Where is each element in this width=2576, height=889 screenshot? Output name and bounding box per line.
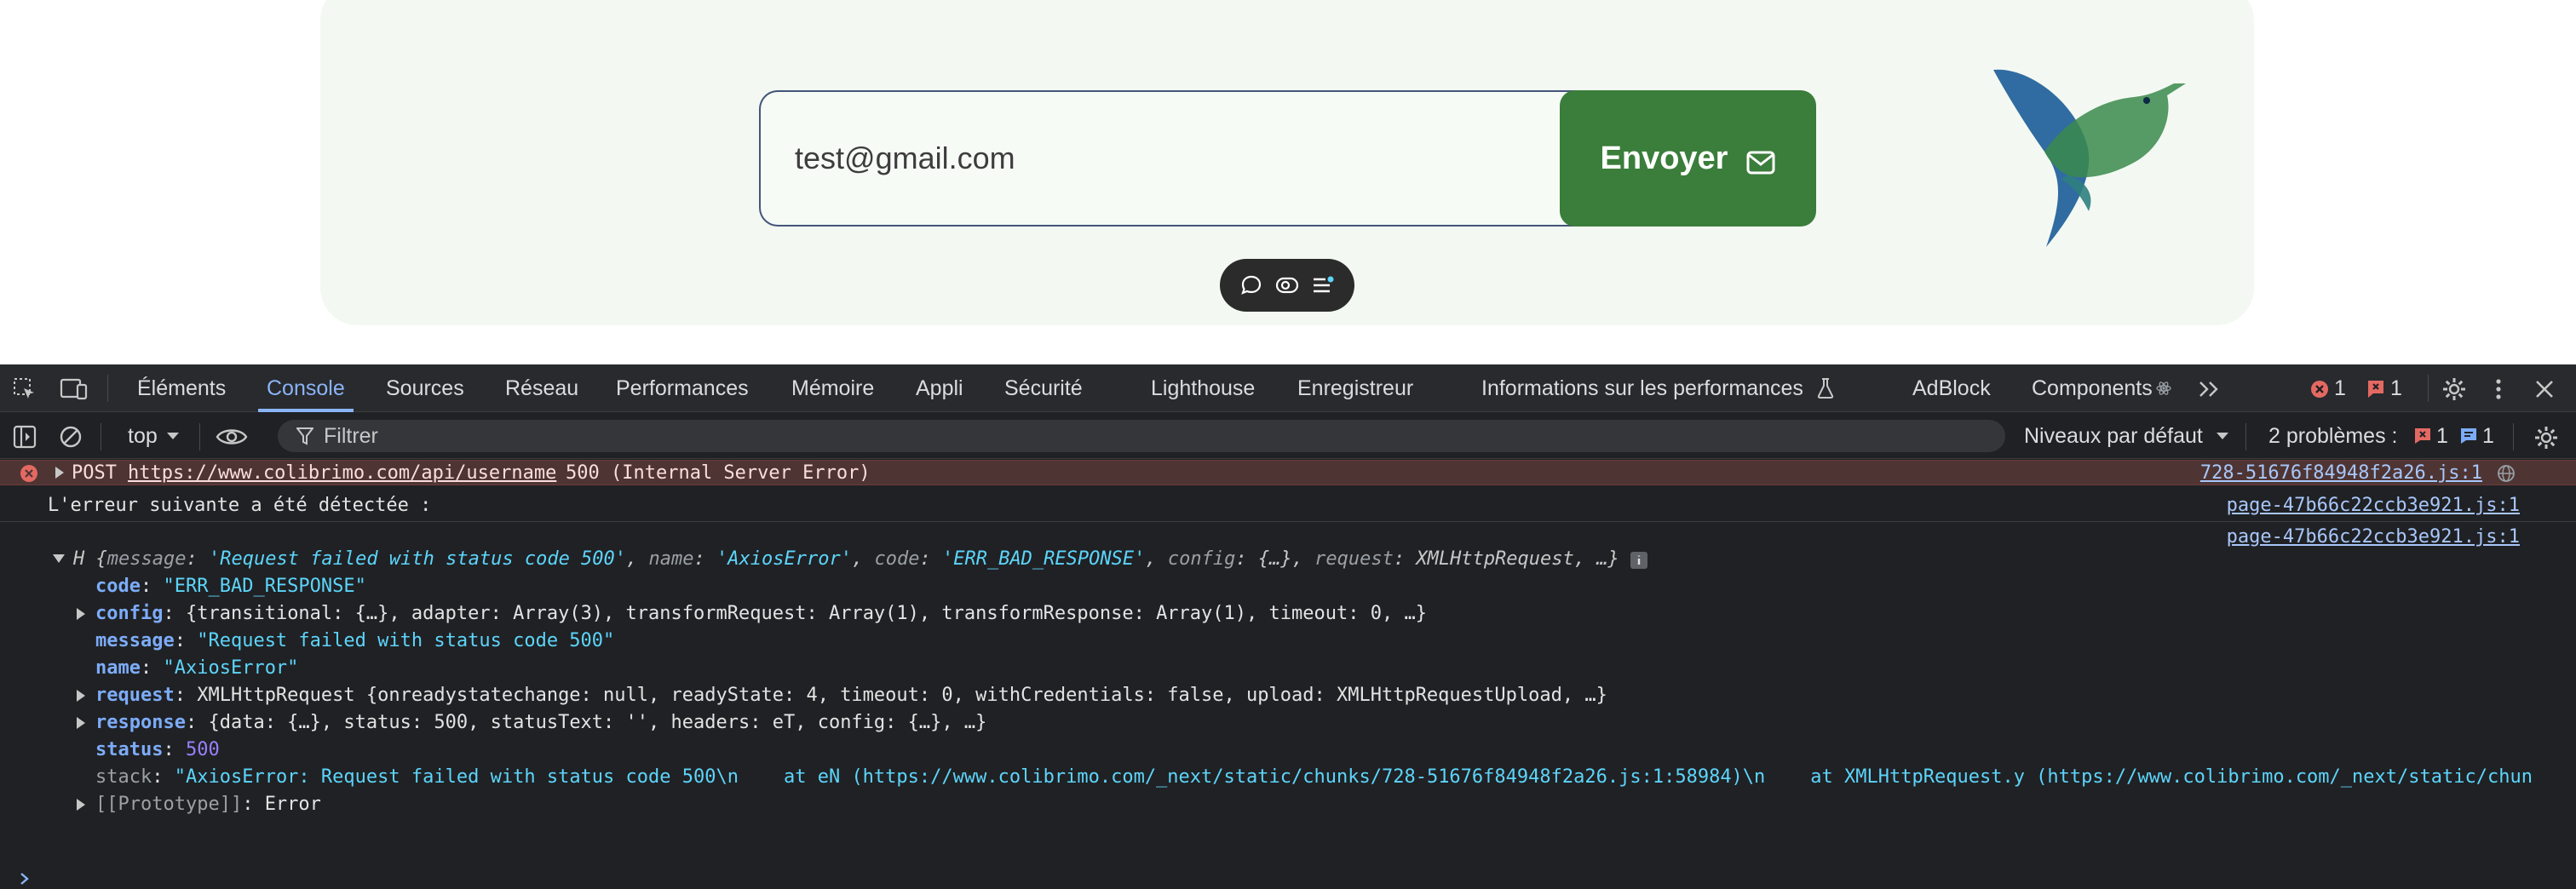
expand-response-icon[interactable] <box>77 717 85 729</box>
hummingbird-logo <box>1993 66 2189 250</box>
tab-components[interactable]: Components <box>2032 364 2153 412</box>
devtools-panel: Éléments Console Sources Réseau Performa… <box>0 364 2576 889</box>
tab-performance[interactable]: Performances <box>616 364 749 412</box>
live-expression-eye-icon[interactable] <box>215 424 249 450</box>
console-toolbar: top Niveaux par défaut 2 problèmes : 1 1 <box>0 413 2576 459</box>
console-settings-gear-icon[interactable] <box>2532 423 2561 452</box>
tab-security[interactable]: Sécurité <box>1004 364 1083 412</box>
devtools-tabbar: Éléments Console Sources Réseau Performa… <box>0 364 2576 412</box>
prop-name: name: "AxiosError" <box>95 657 299 679</box>
tabbar-divider-right <box>2428 375 2429 402</box>
more-tabs-chevron-icon[interactable] <box>2196 376 2223 402</box>
close-devtools-icon[interactable] <box>2532 376 2557 402</box>
tab-application[interactable]: Appli <box>916 364 963 412</box>
issue-flag-icon[interactable] <box>2365 378 2387 400</box>
settings-gear-icon[interactable] <box>2440 375 2469 404</box>
problems-info-icon[interactable] <box>2458 426 2479 446</box>
filter-input[interactable] <box>324 420 1942 452</box>
tab-recorder[interactable]: Enregistreur <box>1297 364 1413 412</box>
object-summary[interactable]: H {message: 'Request failed with status … <box>73 548 1619 570</box>
log-levels-chevron-icon[interactable] <box>2215 430 2230 442</box>
toolbar-divider-2 <box>199 423 200 450</box>
toolbar-divider-4 <box>2513 423 2514 450</box>
log-source-link[interactable]: page-47b66c22ccb3e921.js:1 <box>2227 495 2520 516</box>
flask-icon <box>1814 376 1837 401</box>
network-globe-icon[interactable] <box>2496 463 2516 484</box>
tab-memory[interactable]: Mémoire <box>791 364 874 412</box>
log-message: L'erreur suivante a été détectée : <box>48 495 432 516</box>
error-circle-icon <box>19 463 39 484</box>
tab-performance-insights[interactable]: Informations sur les performances <box>1481 364 1803 412</box>
expand-config-icon[interactable] <box>77 608 85 620</box>
react-atom-icon <box>2155 380 2172 397</box>
console-prompt[interactable] <box>0 869 2576 889</box>
web-page: Envoyer <box>0 0 2576 364</box>
prop-prototype[interactable]: [[Prototype]]: Error <box>95 794 321 815</box>
error-count[interactable]: 1 <box>2334 376 2346 401</box>
tab-elements[interactable]: Éléments <box>137 364 226 412</box>
console-output: POST https://www.colibrimo.com/api/usern… <box>0 460 2576 889</box>
tab-network[interactable]: Réseau <box>505 364 578 412</box>
info-badge-icon[interactable] <box>1629 550 1649 571</box>
tab-console[interactable]: Console <box>258 364 354 412</box>
issue-count[interactable]: 1 <box>2390 376 2402 401</box>
inspect-element-icon[interactable] <box>12 376 37 402</box>
tabbar-divider <box>107 375 108 402</box>
prop-message: message: "Request failed with status cod… <box>95 630 615 651</box>
send-button-label: Envoyer <box>1600 140 1728 176</box>
email-form: Envoyer <box>759 90 1816 227</box>
error-url[interactable]: https://www.colibrimo.com/api/username <box>128 462 556 484</box>
error-count-icon[interactable] <box>2309 378 2331 400</box>
error-source-link[interactable]: 728-51676f84948f2a26.js:1 <box>2200 462 2482 484</box>
problems-error-icon[interactable] <box>2412 426 2433 446</box>
more-options-icon[interactable] <box>2487 375 2510 404</box>
prop-request[interactable]: request: XMLHttpRequest {onreadystatecha… <box>95 685 1607 706</box>
menu-icon[interactable] <box>1310 272 1336 298</box>
filter-box <box>278 420 2005 452</box>
send-button[interactable]: Envoyer <box>1560 90 1816 227</box>
prompt-chevron-icon <box>17 870 32 887</box>
context-dropdown-icon[interactable] <box>165 430 181 442</box>
prop-code: code: "ERR_BAD_RESPONSE" <box>95 576 366 597</box>
expand-request-icon[interactable] <box>77 690 85 702</box>
clear-console-icon[interactable] <box>58 424 83 450</box>
tab-sources[interactable]: Sources <box>386 364 464 412</box>
device-toolbar-icon[interactable] <box>60 376 89 402</box>
filter-funnel-icon <box>295 426 315 446</box>
error-status: 500 (Internal Server Error) <box>566 462 871 484</box>
toggle-icon[interactable] <box>1274 272 1300 298</box>
context-selector[interactable]: top <box>128 424 158 449</box>
floating-toolbar <box>1220 259 1354 312</box>
prop-config[interactable]: config: {transitional: {…}, adapter: Arr… <box>95 603 1427 624</box>
problems-error-count[interactable]: 1 <box>2436 424 2448 449</box>
mail-icon <box>1746 146 1775 175</box>
email-input[interactable] <box>759 90 1611 227</box>
sidebar-toggle-icon[interactable] <box>12 424 37 450</box>
expand-arrow-icon[interactable] <box>55 467 64 479</box>
problems-label[interactable]: 2 problèmes : <box>2268 424 2397 449</box>
tab-lighthouse[interactable]: Lighthouse <box>1151 364 1255 412</box>
comment-icon[interactable] <box>1239 272 1264 298</box>
collapse-arrow-icon[interactable] <box>53 554 65 563</box>
object-source-link[interactable]: page-47b66c22ccb3e921.js:1 <box>2227 526 2520 548</box>
prop-status: status: 500 <box>95 739 220 760</box>
network-error-row[interactable]: POST https://www.colibrimo.com/api/usern… <box>0 460 2576 485</box>
error-method: POST <box>72 462 117 484</box>
problems-info-count[interactable]: 1 <box>2482 424 2494 449</box>
object-row: page-47b66c22ccb3e921.js:1 H {message: '… <box>0 523 2576 889</box>
tab-adblock[interactable]: AdBlock <box>1912 364 1991 412</box>
expand-prototype-icon[interactable] <box>77 799 85 811</box>
prop-response[interactable]: response: {data: {…}, status: 500, statu… <box>95 712 986 733</box>
log-row: L'erreur suivante a été détectée : page-… <box>0 486 2576 522</box>
log-levels-dropdown[interactable]: Niveaux par défaut <box>2024 424 2203 449</box>
prop-stack: stack: "AxiosError: Request failed with … <box>95 766 2532 788</box>
toolbar-divider-3 <box>2245 423 2246 450</box>
